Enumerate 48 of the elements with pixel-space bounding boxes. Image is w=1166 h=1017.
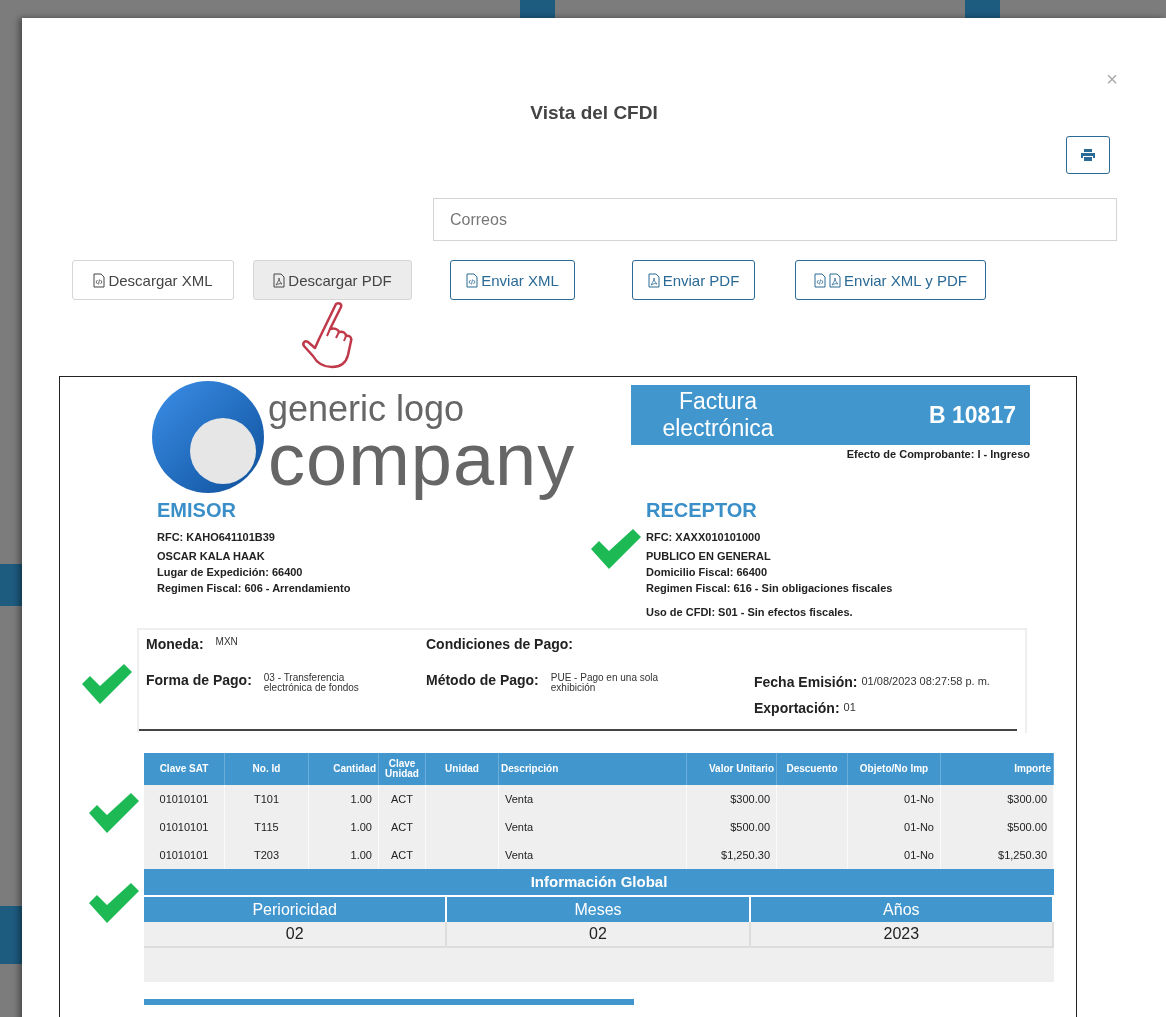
backdrop-block [0,906,22,964]
field-label: Exportación: [754,700,840,716]
section-heading: Información Global [144,869,1054,895]
party-detail: Regimen Fiscal: 616 - Sin obligaciones fiscales [646,581,893,595]
invoice-title: Factura electrónica [661,388,775,442]
table-cell: 2023 [750,922,1054,946]
action-button[interactable]: Enviar XML [450,260,575,300]
pdf-file-icon [647,272,660,288]
party-detail: OSCAR KALA HAAK [157,549,266,563]
section-heading: EMISOR [157,499,237,522]
party-detail: Domicilio Fiscal: 66400 [646,565,769,579]
party-detail: Lugar de Expedición: 66400 [157,565,304,579]
party-detail: Uso de CFDI: S01 - Sin efectos fiscales. [646,605,854,619]
field-value: PUE - Pago en una sola exhibición [550,673,660,693]
party-detail: Regimen Fiscal: 606 - Arrendamiento [157,581,352,595]
logo-icon [151,379,265,495]
printer-icon [1081,149,1095,161]
field-value: 01/08/2023 08:27:58 p. m. [861,676,990,686]
code-file-icon [93,272,106,288]
backdrop-block [965,0,1000,18]
code-file-icon [466,272,479,288]
section-heading: RECEPTOR [646,499,758,522]
receipt-effect: Efecto de Comprobante: I - Ingreso [845,448,1030,460]
action-button[interactable]: Enviar PDF [632,260,755,300]
print-button[interactable] [1066,136,1110,174]
action-button[interactable]: Enviar XML y PDF [795,260,986,300]
table-cell: 02 [144,922,448,946]
email-field[interactable]: Correos [433,198,1117,241]
field-value: MXN [215,637,238,647]
backdrop-block [0,564,22,606]
party-detail: RFC: KAHO641101B39 [157,530,276,544]
party-detail: RFC: XAXX010101000 [646,530,762,544]
code-file-icon [814,272,827,288]
pdf-file-icon [273,272,286,288]
invoice-number: B 10817 [929,401,1016,429]
pdf-file-icon [829,272,842,288]
party-detail: PUBLICO EN GENERAL [646,549,772,563]
field-label: Fecha Emisión: [754,674,858,690]
field-label: Método de Pago: [426,672,539,688]
field-label: Moneda: [146,636,204,652]
modal-title: Vista del CFDI [529,101,659,125]
field-value: 01 [843,702,856,712]
field-label: Forma de Pago: [146,672,252,688]
table-cell: 02 [447,922,751,946]
action-button[interactable]: Descargar XML [72,260,234,300]
backdrop-block [520,0,555,18]
field-value: 03 - Transferencia electrónica de fondos [263,673,360,693]
field-label: Condiciones de Pago: [426,636,573,652]
